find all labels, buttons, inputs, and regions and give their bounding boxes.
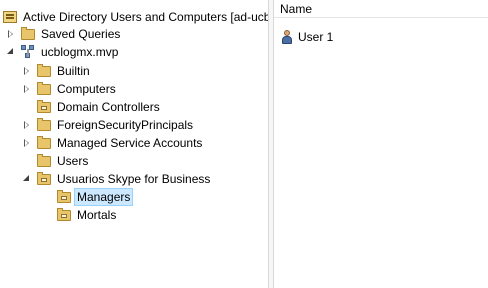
column-header-label: Name: [280, 1, 313, 16]
organizational-unit-icon: [36, 171, 52, 187]
tree-item-label: Computers: [57, 82, 116, 96]
folder-icon: [36, 153, 52, 169]
tree-item-managers[interactable]: Managers: [42, 188, 134, 206]
tree-item-mortals[interactable]: Mortals: [42, 206, 116, 224]
tree-item-users[interactable]: Users: [22, 152, 88, 170]
tree-item-label: Saved Queries: [41, 27, 121, 41]
tree-item-foreign-security-principals[interactable]: ForeignSecurityPrincipals: [22, 116, 193, 134]
list-item-label: User 1: [298, 30, 334, 44]
tree-item-label: ForeignSecurityPrincipals: [57, 118, 194, 132]
expand-arrow-icon[interactable]: [22, 120, 32, 130]
tree-item-label: Domain Controllers: [57, 100, 160, 114]
list-item[interactable]: User 1: [280, 28, 333, 46]
tree-item-label: Users: [57, 154, 89, 168]
folder-icon: [20, 26, 36, 42]
tree-item-usuarios-skype[interactable]: Usuarios Skype for Business: [22, 170, 210, 188]
tree-item-label: ucblogmx.mvp: [41, 45, 119, 59]
organizational-unit-icon: [36, 99, 52, 115]
tree-item-managed-service-accounts[interactable]: Managed Service Accounts: [22, 134, 202, 152]
tree-item-label: Usuarios Skype for Business: [57, 172, 211, 186]
expand-arrow-icon[interactable]: [6, 29, 16, 39]
tree-item-label: Active Directory Users and Computers [ad…: [23, 10, 268, 24]
expand-arrow-icon[interactable]: [22, 84, 32, 94]
tree-item-label: Builtin: [57, 64, 90, 78]
collapse-arrow-icon[interactable]: [22, 174, 32, 184]
domain-icon: [20, 44, 36, 60]
tree-item-label: Mortals: [77, 208, 117, 222]
tree-item-saved-queries[interactable]: Saved Queries: [6, 25, 120, 43]
active-directory-icon: [2, 9, 18, 25]
folder-icon: [36, 135, 52, 151]
user-icon: [280, 29, 294, 45]
tree-item-label: Managers: [73, 188, 134, 206]
tree-item-domain-controllers[interactable]: Domain Controllers: [22, 98, 160, 116]
folder-icon: [36, 81, 52, 97]
tree-item-domain[interactable]: ucblogmx.mvp: [6, 43, 118, 61]
details-pane: Name User 1: [274, 0, 488, 288]
tree-item-computers[interactable]: Computers: [22, 80, 116, 98]
tree-item-builtin[interactable]: Builtin: [22, 62, 90, 80]
column-header-name[interactable]: Name: [274, 0, 488, 18]
organizational-unit-icon: [56, 207, 72, 223]
expand-arrow-icon[interactable]: [22, 138, 32, 148]
organizational-unit-icon: [56, 189, 72, 205]
folder-icon: [36, 117, 52, 133]
tree-item-label: Managed Service Accounts: [57, 136, 203, 150]
collapse-arrow-icon[interactable]: [6, 47, 16, 57]
folder-icon: [36, 63, 52, 79]
console-tree: Active Directory Users and Computers [ad…: [0, 0, 268, 288]
tree-item-ad-root[interactable]: Active Directory Users and Computers [ad…: [2, 8, 268, 26]
expand-arrow-icon[interactable]: [22, 66, 32, 76]
